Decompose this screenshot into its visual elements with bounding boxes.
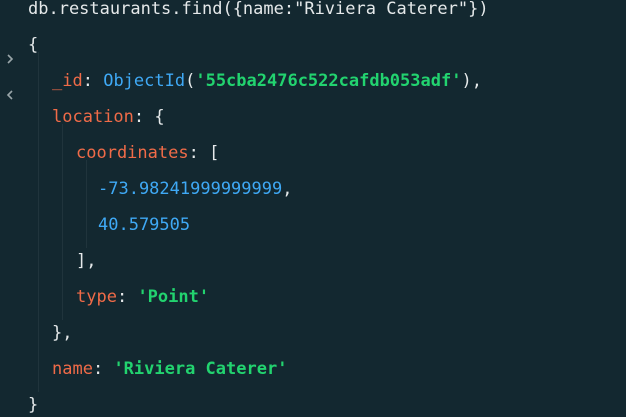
result-line-name: name: 'Riviera Caterer'	[52, 359, 288, 379]
id-value: '55cba2476c522cafdb053adf'	[195, 71, 462, 91]
prompt-chevron-right-icon	[4, 5, 16, 64]
result-line-location: location: {	[52, 107, 165, 127]
open-brace: {	[28, 35, 39, 55]
result-line-close-bracket: ],	[76, 251, 97, 271]
close-brace: }	[28, 395, 39, 415]
objectid-fn: ObjectId	[103, 71, 186, 91]
command-text: db.restaurants.find({name:"Riviera Cater…	[28, 0, 489, 19]
coordinates-key: coordinates	[76, 143, 189, 163]
id-key: _id	[52, 71, 83, 91]
coordinate-value: -73.98241999999999	[98, 179, 283, 199]
location-key: location	[52, 107, 134, 127]
result-line-close: }	[28, 393, 38, 417]
result-chevron-left-icon	[4, 41, 16, 100]
result-line-coord-2: 40.579505	[98, 213, 190, 237]
type-key: type	[76, 287, 117, 307]
indent-guide	[62, 124, 63, 320]
name-value: 'Riviera Caterer'	[113, 359, 288, 379]
indent-guide	[86, 160, 87, 248]
result-line-open: {	[0, 33, 41, 100]
coordinate-value: 40.579505	[98, 215, 191, 235]
result-line-id: _id: ObjectId('55cba2476c522cafdb053adf'…	[52, 71, 482, 91]
mongo-shell-console: db.restaurants.find({name:"Riviera Cater…	[0, 0, 626, 416]
name-key: name	[52, 359, 93, 379]
command-line[interactable]: db.restaurants.find({name:"Riviera Cater…	[0, 0, 489, 64]
result-line-close-location: },	[52, 323, 73, 343]
result-line-type: type: 'Point'	[76, 287, 210, 307]
result-line-coord-1: -73.98241999999999,	[98, 179, 293, 199]
result-line-coordinates: coordinates: [	[76, 143, 220, 163]
type-value: 'Point'	[137, 287, 210, 307]
